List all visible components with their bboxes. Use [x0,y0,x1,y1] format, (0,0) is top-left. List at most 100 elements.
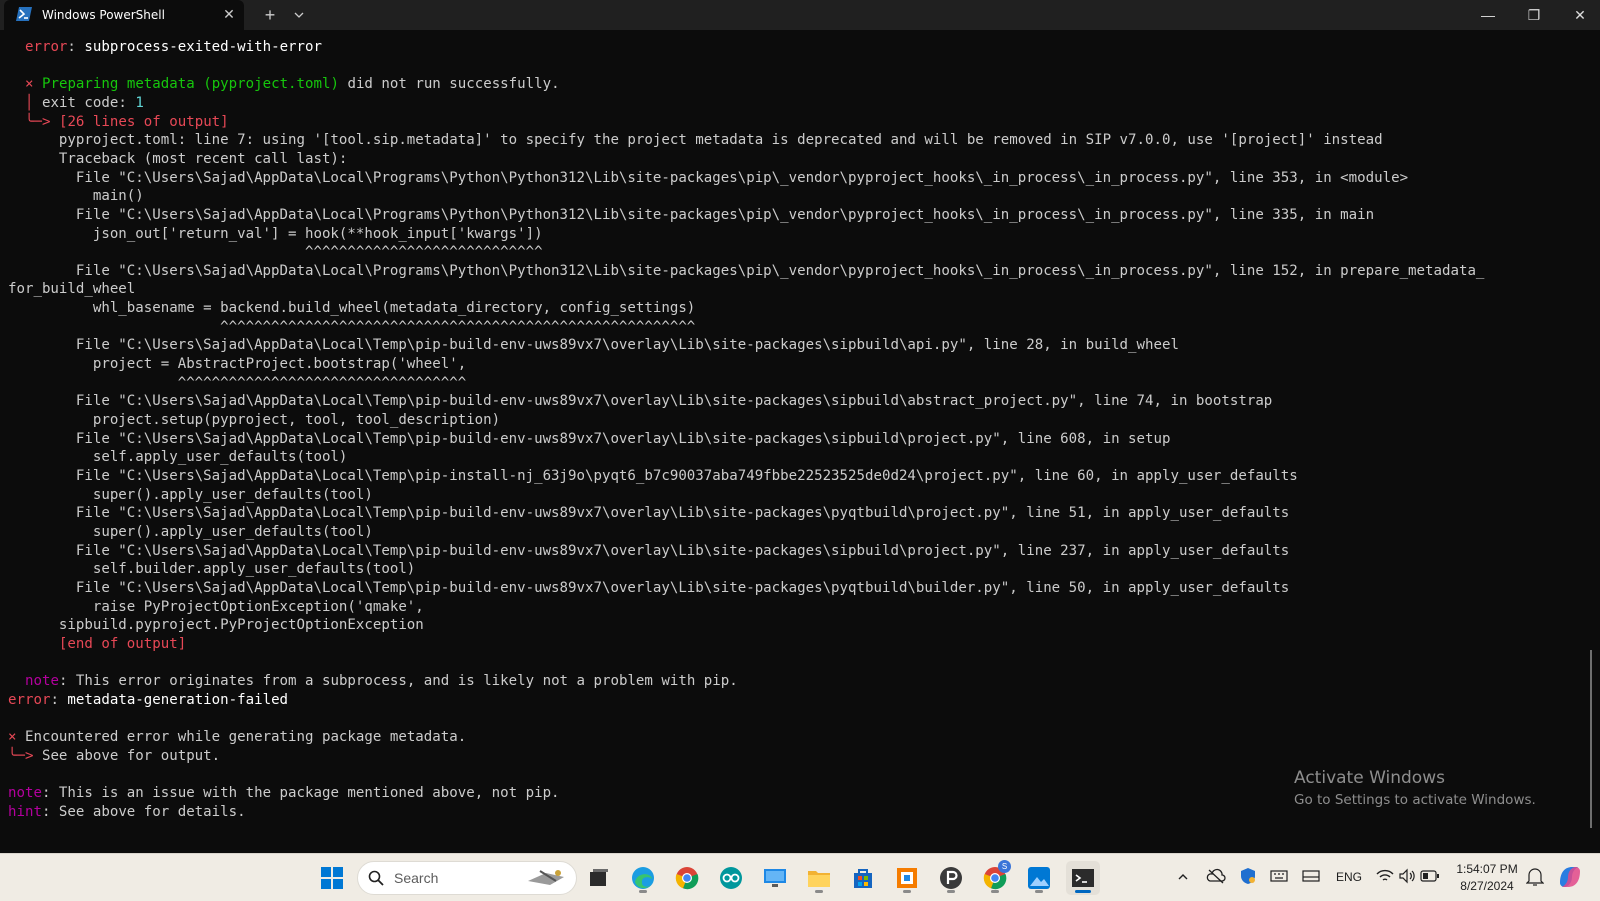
language-indicator[interactable]: ENG [1336,870,1362,884]
terminal-line: [end of output] [8,635,186,654]
notification-bell-icon[interactable] [1526,867,1544,887]
running-indicator [947,890,955,893]
close-tab-icon[interactable]: ✕ [220,5,238,23]
terminal-text: [end of output] [58,635,187,652]
task-view-button[interactable] [582,861,616,895]
task-view-icon [590,869,608,886]
chevron-down-icon[interactable] [290,6,308,24]
minimize-button[interactable]: — [1465,0,1511,30]
security-shield-icon[interactable] [1240,867,1256,885]
terminal-line: whl_basename = backend.build_wheel(metad… [8,299,695,318]
terminal-button[interactable] [1066,861,1100,895]
chevron-up-icon[interactable] [1176,870,1190,884]
terminal-line: for_build_wheel [8,280,135,299]
battery-icon[interactable] [1420,870,1440,882]
running-indicator [815,890,823,893]
terminal-text: pyproject.toml: line 7: using '[tool.sip… [8,132,1383,149]
terminal-text: whl_basename = backend.build_wheel(metad… [8,300,696,317]
terminal-line: Traceback (most recent call last): [8,150,348,169]
terminal-icon [1072,869,1094,887]
terminal-line: ^^^^^^^^^^^^^^^^^^^^^^^^^^^^ [8,243,543,262]
arduino-button[interactable] [714,861,748,895]
p-app-button[interactable] [934,861,968,895]
terminal-line: self.builder.apply_user_defaults(tool) [8,560,415,579]
terminal-line: ╰─> See above for output. [8,747,220,766]
activate-windows-watermark: Activate Windows Go to Settings to activ… [1294,768,1536,808]
terminal-text: exit code: [33,94,136,111]
terminal-line: raise PyProjectOptionException('qmake', [8,598,424,617]
terminal-line: super().apply_user_defaults(tool) [8,486,373,505]
onedrive-icon[interactable] [1206,868,1226,884]
terminal-text: main() [8,188,144,205]
terminal-line: main() [8,187,144,206]
terminal-text: File "C:\Users\Sajad\AppData\Local\Progr… [8,206,1375,223]
terminal-text: hint [8,803,42,820]
chrome-profile-button[interactable]: S [978,860,1012,895]
edge-button[interactable] [626,861,660,895]
terminal-text: : [50,691,68,708]
terminal-text: File "C:\Users\Sajad\AppData\Local\Temp\… [8,505,1290,522]
terminal-line: File "C:\Users\Sajad\AppData\Local\Temp\… [8,392,1272,411]
search-highlight-icon [528,870,564,885]
running-indicator [639,890,647,893]
terminal-line: File "C:\Users\Sajad\AppData\Local\Temp\… [8,504,1289,523]
close-window-button[interactable]: ✕ [1557,0,1600,30]
terminal-line: note: This is an issue with the package … [8,784,560,803]
terminal-line: note: This error originates from a subpr… [8,672,738,691]
terminal-text: File "C:\Users\Sajad\AppData\Local\Progr… [8,262,1485,279]
terminal-text: ^^^^^^^^^^^^^^^^^^^^^^^^^^^^^^^^^^ [8,374,467,391]
clock-date: 8/27/2024 [1460,879,1514,893]
terminal-text: File "C:\Users\Sajad\AppData\Local\Temp\… [8,393,1273,410]
terminal-text: ╰─> [8,747,34,764]
new-tab-button[interactable]: + [260,5,280,25]
microsoft-store-button[interactable] [846,861,880,895]
maximize-button[interactable]: ❐ [1511,0,1557,30]
tab-title: Windows PowerShell [42,8,165,22]
scrollbar[interactable] [1590,650,1592,828]
watermark-subtitle: Go to Settings to activate Windows. [1294,792,1536,808]
watermark-title: Activate Windows [1294,768,1445,788]
monitor-icon [764,869,786,887]
terminal-text: note [8,785,42,801]
terminal-line: File "C:\Users\Sajad\AppData\Local\Progr… [8,169,1408,188]
clock[interactable]: 1:54:07 PM 8/27/2024 [1452,861,1522,895]
chrome-button[interactable] [670,861,704,895]
tab-windows-powershell[interactable]: Windows PowerShell ✕ [4,0,244,30]
arduino-icon [720,867,742,889]
search-box[interactable]: Search [357,861,577,895]
running-indicator [1035,890,1043,893]
remote-desktop-button[interactable] [758,861,792,895]
terminal-line: File "C:\Users\Sajad\AppData\Local\Progr… [8,206,1374,225]
chrome-icon [675,867,699,890]
terminal-text: ^^^^^^^^^^^^^^^^^^^^^^^^^^^^ [8,244,543,261]
terminal-line: × Preparing metadata (pyproject.toml) di… [8,75,560,94]
terminal-output[interactable]: error: subprocess-exited-with-error × Pr… [0,30,1588,853]
file-explorer-button[interactable] [802,861,836,895]
terminal-text: ╰─> [24,113,51,130]
orange-app-button[interactable] [890,861,924,895]
terminal-text: did not run successfully. [338,76,560,93]
terminal-text: for_build_wheel [8,281,136,298]
terminal-text: × [8,729,17,746]
photos-icon [1028,867,1050,889]
powershell-icon [16,7,32,21]
copilot-icon[interactable] [1556,863,1584,891]
photos-button[interactable] [1022,861,1056,895]
terminal-text: note [24,673,59,690]
keyboard-icon[interactable] [1270,869,1288,883]
volume-icon[interactable] [1398,868,1416,884]
terminal-text: Preparing metadata [41,76,204,93]
terminal-line: error: subprocess-exited-with-error [8,38,322,57]
terminal-text: File "C:\Users\Sajad\AppData\Local\Temp\… [8,579,1290,596]
terminal-text: File "C:\Users\Sajad\AppData\Local\Temp\… [8,542,1290,559]
terminal-text: File "C:\Users\Sajad\AppData\Local\Temp\… [8,467,1298,484]
terminal-line: File "C:\Users\Sajad\AppData\Local\Temp\… [8,336,1179,355]
wifi-icon[interactable] [1376,868,1394,884]
terminal-text: File "C:\Users\Sajad\AppData\Local\Progr… [8,169,1409,186]
start-button[interactable] [315,861,349,895]
display-icon[interactable] [1302,869,1320,883]
